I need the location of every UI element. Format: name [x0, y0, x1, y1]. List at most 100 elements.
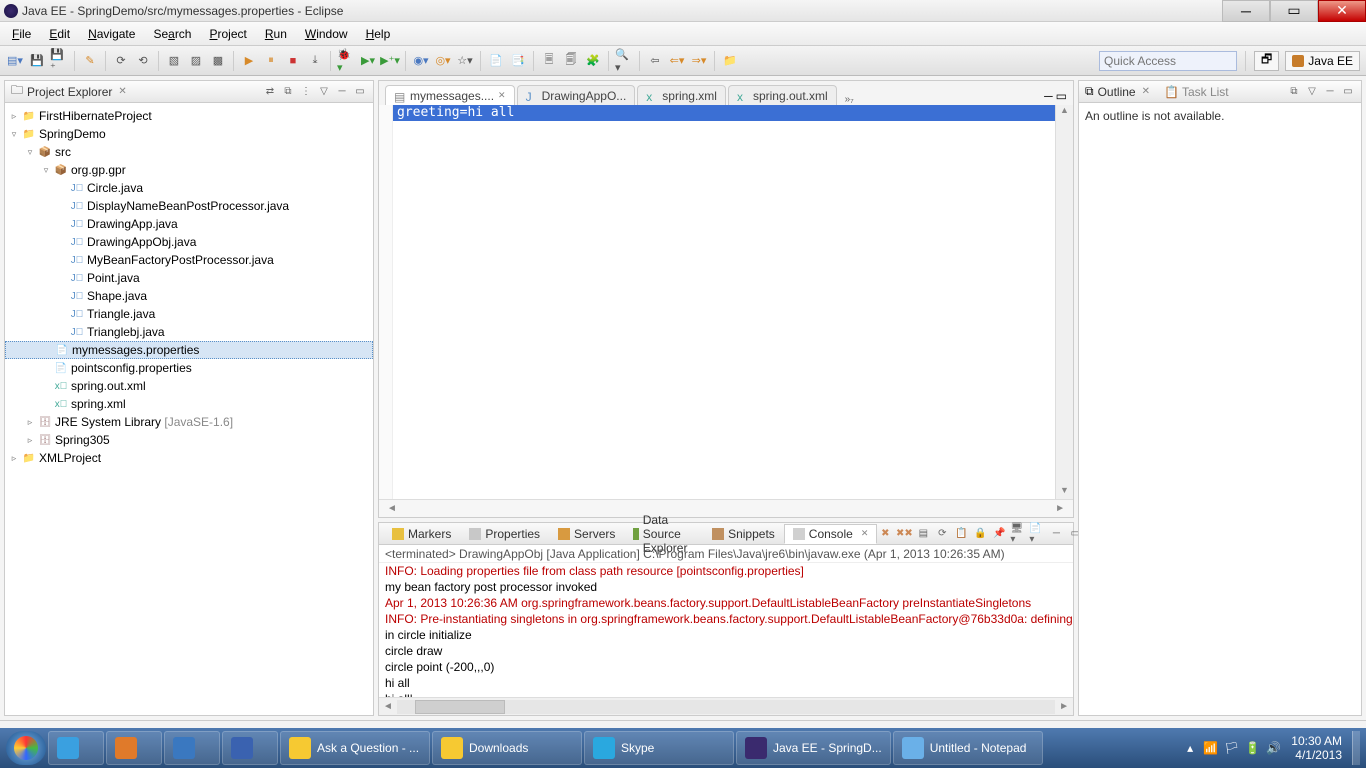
menu-file[interactable]: File — [4, 25, 39, 43]
taskbar-window[interactable]: Skype — [584, 731, 734, 765]
tray-clock[interactable]: 10:30 AM 4/1/2013 — [1291, 734, 1342, 762]
terminate-icon[interactable]: ■ — [284, 52, 302, 70]
open-perspective-button[interactable]: 🗗 — [1254, 51, 1279, 71]
tree-item[interactable]: ▹ 🗄 JRE System Library [JavaSE-1.6] — [5, 413, 373, 431]
maximize-editor-icon[interactable]: ▭ — [1056, 89, 1067, 103]
tree-twisty-icon[interactable]: ▹ — [23, 435, 37, 446]
editor-tab[interactable]: J DrawingAppO... — [517, 85, 636, 105]
tree-twisty-icon[interactable]: ▹ — [7, 111, 21, 122]
tool-icon[interactable]: ▧ — [165, 52, 183, 70]
tree-item[interactable]: J⃝ Circle.java — [5, 179, 373, 197]
tab-console[interactable]: Console✕ — [784, 524, 878, 544]
tool-icon[interactable]: ⟳ — [112, 52, 130, 70]
link-editor-icon[interactable]: ⧉ — [281, 85, 295, 99]
close-view-icon[interactable]: ✕ — [118, 86, 126, 97]
tree-item[interactable]: ▹ 📁 FirstHibernateProject — [5, 107, 373, 125]
view-menu-icon[interactable]: ▽ — [317, 85, 331, 99]
menu-project[interactable]: Project — [201, 25, 254, 43]
console-pin-icon[interactable]: 📌 — [991, 526, 1007, 542]
tool-icon[interactable]: ◎▾ — [434, 52, 452, 70]
tool-icon[interactable]: 📄 — [487, 52, 505, 70]
console-tool-icon[interactable]: ▤ — [915, 526, 931, 542]
tree-item[interactable]: x⃣ spring.xml — [5, 395, 373, 413]
editor-tab[interactable]: x spring.xml — [637, 85, 726, 105]
quick-access-input[interactable] — [1099, 51, 1237, 71]
tool-icon[interactable]: ✎ — [81, 52, 99, 70]
taskbar-window[interactable]: Ask a Question - ... — [280, 731, 430, 765]
tab-task-list[interactable]: 📋 Task List — [1164, 85, 1229, 99]
console-remove-all-icon[interactable]: ✖✖ — [896, 526, 912, 542]
tool-icon[interactable]: ⟲ — [134, 52, 152, 70]
tool-icon[interactable]: ◉▾ — [412, 52, 430, 70]
tool-icon[interactable]: ☆▾ — [456, 52, 474, 70]
tree-item[interactable]: ▹ 🗄 Spring305 — [5, 431, 373, 449]
taskbar-window[interactable]: Downloads — [432, 731, 582, 765]
menu-navigate[interactable]: Navigate — [80, 25, 143, 43]
view-menu-icon[interactable]: ⧉ — [1287, 85, 1301, 99]
tool-icon[interactable]: ⇦ — [646, 52, 664, 70]
tool-icon[interactable]: 🧩 — [584, 52, 602, 70]
scroll-left-icon[interactable]: ◄ — [379, 503, 405, 514]
tree-item[interactable]: x⃣ spring.out.xml — [5, 377, 373, 395]
menu-help[interactable]: Help — [358, 25, 399, 43]
maximize-button[interactable]: ▭ — [1270, 0, 1318, 22]
tree-item[interactable]: J⃝ DrawingAppObj.java — [5, 233, 373, 251]
back-icon[interactable]: ⇐▾ — [668, 52, 686, 70]
console-display-icon[interactable]: 🖥▾ — [1010, 526, 1026, 542]
minimize-view-icon[interactable]: ─ — [335, 85, 349, 99]
maximize-view-icon[interactable]: ▭ — [353, 85, 367, 99]
minimize-button[interactable]: ─ — [1222, 0, 1270, 22]
minimize-view-icon[interactable]: ─ — [1323, 85, 1337, 99]
menu-search[interactable]: Search — [145, 25, 199, 43]
tree-item[interactable]: J⃝ MyBeanFactoryPostProcessor.java — [5, 251, 373, 269]
tool-icon[interactable]: 📁 — [721, 52, 739, 70]
debug-icon[interactable]: 🐞▾ — [337, 52, 355, 70]
resume-icon[interactable]: ▶ — [240, 52, 258, 70]
tree-item[interactable]: ▿ 📦 org.gp.gpr — [5, 161, 373, 179]
taskbar-pinned-ie[interactable] — [48, 731, 104, 765]
taskbar-window[interactable]: Untitled - Notepad — [893, 731, 1043, 765]
tool-icon[interactable]: ▨ — [187, 52, 205, 70]
console-open-icon[interactable]: 📄▾ — [1029, 526, 1045, 542]
close-tab-icon[interactable]: ✕ — [498, 90, 506, 101]
console-tool-icon[interactable]: 📋 — [953, 526, 969, 542]
collapse-all-icon[interactable]: ⇄ — [263, 85, 277, 99]
tab-servers[interactable]: Servers — [549, 524, 624, 544]
tool-icon[interactable]: ⤓ — [306, 52, 324, 70]
tab-properties[interactable]: Properties — [460, 524, 549, 544]
new-icon[interactable]: ▤▾ — [6, 52, 24, 70]
tree-item[interactable]: ▿ 📁 SpringDemo — [5, 125, 373, 143]
taskbar-pinned-app[interactable] — [164, 731, 220, 765]
tool-icon[interactable]: 🗏 — [540, 52, 558, 70]
save-icon[interactable]: 💾 — [28, 52, 46, 70]
show-desktop-button[interactable] — [1352, 731, 1360, 765]
project-tree[interactable]: ▹ 📁 FirstHibernateProject ▿ 📁 SpringDemo… — [5, 103, 373, 715]
editor-vscrollbar[interactable]: ▲▼ — [1055, 105, 1073, 499]
tab-markers[interactable]: Markers — [383, 524, 460, 544]
save-all-icon[interactable]: 💾⁺ — [50, 52, 68, 70]
taskbar-pinned-mediaplayer[interactable] — [106, 731, 162, 765]
tree-item[interactable]: J⃝ Shape.java — [5, 287, 373, 305]
run-last-icon[interactable]: ▶⁺▾ — [381, 52, 399, 70]
taskbar-window[interactable]: Java EE - SpringD... — [736, 731, 891, 765]
editor-tab[interactable]: x spring.out.xml — [728, 85, 837, 105]
console-remove-icon[interactable]: ✖ — [877, 526, 893, 542]
tree-twisty-icon[interactable]: ▿ — [23, 147, 37, 158]
tab-data-source-explorer[interactable]: Data Source Explorer — [624, 524, 703, 544]
tree-item[interactable]: 📄 pointsconfig.properties — [5, 359, 373, 377]
tree-twisty-icon[interactable]: ▿ — [39, 165, 53, 176]
run-icon[interactable]: ▶▾ — [359, 52, 377, 70]
menu-run[interactable]: Run — [257, 25, 295, 43]
tree-item[interactable]: ▿ 📦 src — [5, 143, 373, 161]
start-button[interactable] — [6, 731, 46, 765]
filter-icon[interactable]: ⋮ — [299, 85, 313, 99]
taskbar-pinned-word[interactable] — [222, 731, 278, 765]
editor-tab[interactable]: ▤ mymessages.... ✕ — [385, 85, 515, 105]
suspend-icon[interactable]: ⏸ — [262, 52, 280, 70]
maximize-view-icon[interactable]: ▭ — [1341, 85, 1355, 99]
minimize-view-icon[interactable]: ─ — [1048, 526, 1064, 542]
tree-twisty-icon[interactable]: ▿ — [7, 129, 21, 140]
console-output[interactable]: INFO: Loading properties file from class… — [379, 563, 1073, 697]
menu-window[interactable]: Window — [297, 25, 356, 43]
editor-overflow-icon[interactable]: »₇ — [839, 94, 860, 105]
